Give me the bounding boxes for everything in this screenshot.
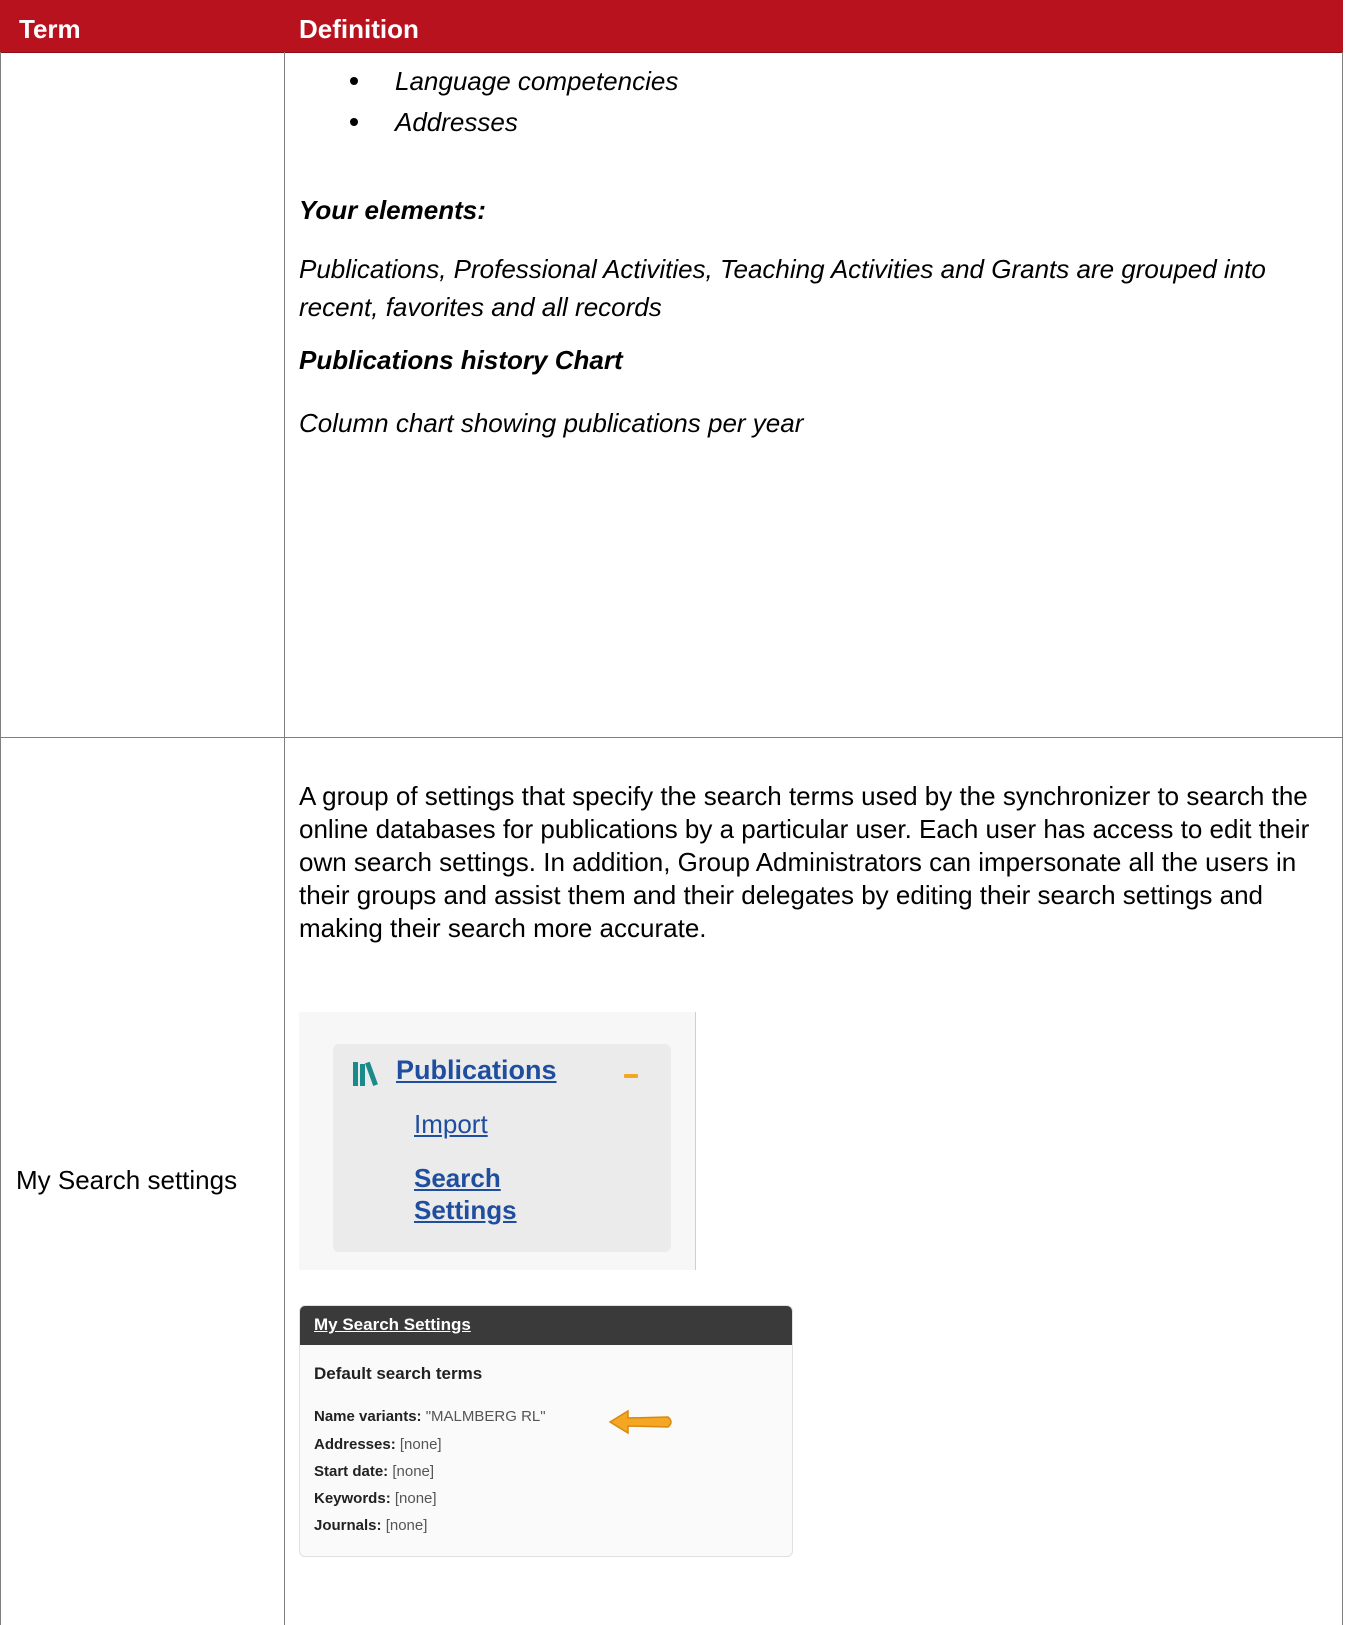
- collapse-icon[interactable]: [624, 1074, 638, 1078]
- table-row-divider: [0, 737, 1343, 738]
- definitions-table: Term Definition Language competencies Ad…: [0, 0, 1343, 1625]
- element-bullet-list: Language competencies Addresses: [299, 62, 678, 144]
- settings-title-link[interactable]: My Search Settings: [314, 1315, 471, 1335]
- table-border-left: [0, 52, 1, 1625]
- list-item: Language competencies: [299, 62, 678, 103]
- table-border-right: [1342, 52, 1343, 1625]
- table-header: Term Definition: [0, 0, 1343, 53]
- arrow-left-icon: [608, 1409, 672, 1435]
- your-elements-heading: Your elements:: [299, 195, 486, 225]
- import-link[interactable]: Import: [414, 1109, 488, 1140]
- settings-row-name-variants: Name variants: "MALMBERG RL": [314, 1408, 546, 1425]
- settings-row-addresses: Addresses: [none]: [314, 1436, 442, 1453]
- settings-title-bar: My Search Settings: [300, 1306, 792, 1345]
- search-settings-link[interactable]: Search Settings: [414, 1162, 544, 1226]
- settings-row-start-date: Start date: [none]: [314, 1463, 435, 1480]
- publications-link[interactable]: Publications: [396, 1055, 557, 1086]
- header-term: Term: [19, 14, 81, 44]
- bullet-icon: [350, 118, 358, 126]
- bullet-icon: [350, 77, 358, 85]
- books-icon: [353, 1061, 378, 1086]
- history-chart-heading: Publications history Chart: [299, 345, 623, 375]
- list-item: Addresses: [299, 103, 678, 144]
- definition-my-search-settings: A group of settings that specify the sea…: [299, 781, 1310, 943]
- your-elements-text: Publications, Professional Activities, T…: [299, 254, 1266, 322]
- history-chart-text: Column chart showing publications per ye…: [299, 408, 804, 438]
- my-search-settings-screenshot: My Search Settings Default search terms …: [299, 1305, 793, 1557]
- settings-subtitle: Default search terms: [314, 1364, 483, 1383]
- publications-menu-panel: Publications Import Search Settings: [333, 1044, 671, 1252]
- table-column-divider: [284, 52, 285, 1625]
- settings-row-keywords: Keywords: [none]: [314, 1490, 437, 1507]
- settings-row-journals: Journals: [none]: [314, 1517, 428, 1534]
- header-definition: Definition: [299, 14, 419, 44]
- term-my-search-settings: My Search settings: [16, 1165, 238, 1195]
- publications-menu-screenshot: Publications Import Search Settings: [299, 1012, 696, 1270]
